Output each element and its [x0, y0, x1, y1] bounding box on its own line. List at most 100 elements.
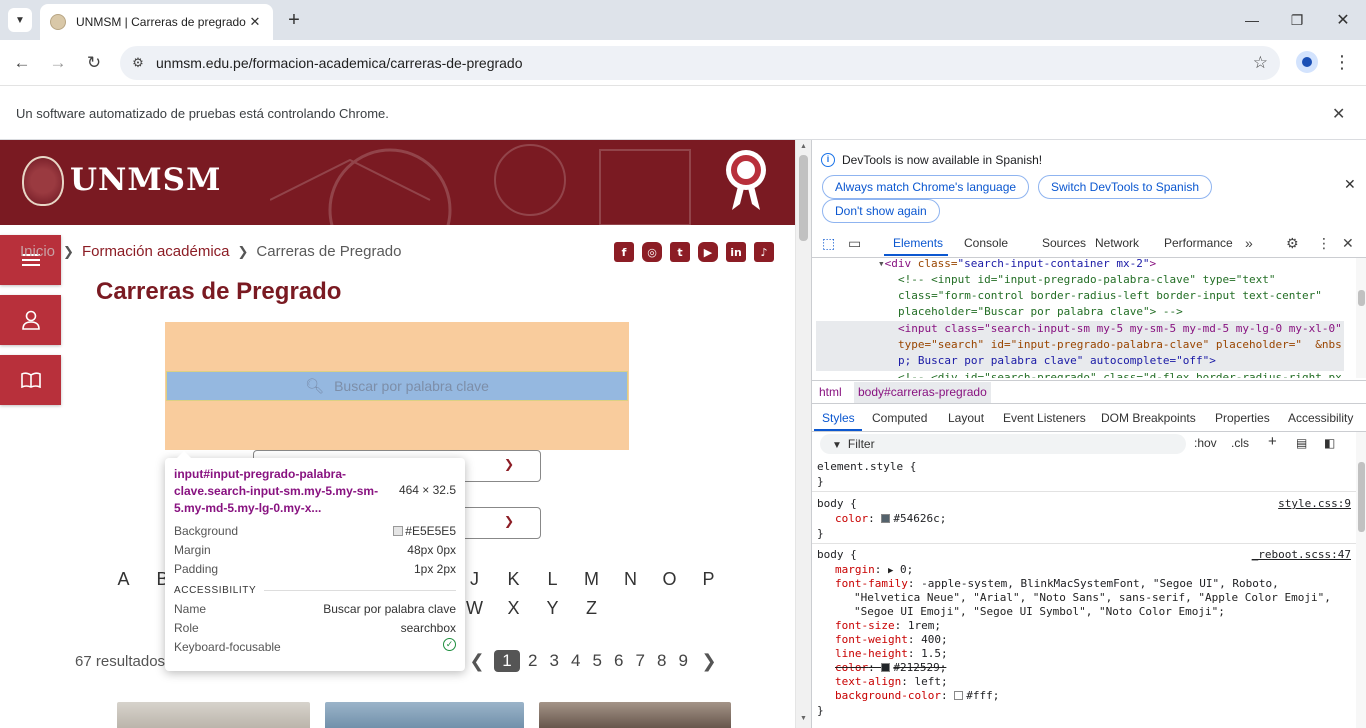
- subtab-dom-breakpoints[interactable]: DOM Breakpoints: [1101, 411, 1196, 425]
- more-options-icon[interactable]: ⋮: [1317, 235, 1331, 252]
- paint-icon[interactable]: ▤: [1296, 436, 1307, 450]
- color-swatch[interactable]: [881, 663, 891, 672]
- logo-text[interactable]: UNMSM: [70, 162, 221, 198]
- side-book-button[interactable]: [0, 355, 61, 405]
- dom-node-selected[interactable]: type="search" id="input-pregrado-palabra…: [898, 337, 1342, 354]
- page-number[interactable]: 8: [651, 651, 673, 671]
- page-scrollbar[interactable]: ▲ ▼: [795, 140, 811, 728]
- css-property-overridden[interactable]: color: #212529;: [835, 661, 946, 675]
- color-swatch[interactable]: [881, 514, 891, 523]
- tab-elements[interactable]: Elements: [893, 236, 943, 250]
- forward-button[interactable]: →: [46, 51, 70, 75]
- address-bar[interactable]: ⚙ unmsm.edu.pe/formacion-academica/carre…: [120, 46, 1280, 80]
- subtab-computed[interactable]: Computed: [872, 411, 927, 425]
- subtab-event-listeners[interactable]: Event Listeners: [1003, 411, 1086, 425]
- page-number[interactable]: 6: [608, 651, 630, 671]
- breadcrumb-home[interactable]: Inicio: [20, 243, 55, 260]
- styles-filter-input[interactable]: ▼ Filter: [820, 434, 1186, 454]
- subtab-accessibility[interactable]: Accessibility: [1288, 411, 1353, 425]
- unmsm-seal-logo[interactable]: [22, 156, 64, 206]
- prev-page-icon[interactable]: ❮: [462, 651, 492, 672]
- sidebar-toggle-icon[interactable]: ◧: [1324, 436, 1335, 450]
- dom-node[interactable]: ▾<div class="search-input-container mx-2…: [878, 258, 1156, 273]
- scrollbar-thumb[interactable]: [799, 155, 808, 241]
- career-card-image[interactable]: [325, 702, 524, 728]
- css-property[interactable]: text-align: left;: [835, 675, 948, 689]
- rule-source-link[interactable]: _reboot.scss:47: [1252, 548, 1351, 562]
- twitter-icon[interactable]: t: [670, 242, 690, 262]
- css-property[interactable]: line-height: 1.5;: [835, 647, 948, 661]
- profile-avatar[interactable]: [1296, 51, 1318, 73]
- css-property[interactable]: font-family: -apple-system, BlinkMacSyst…: [835, 577, 1279, 591]
- hov-toggle[interactable]: :hov: [1194, 436, 1217, 450]
- scroll-down-icon[interactable]: ▼: [800, 715, 807, 722]
- tab-search-button[interactable]: ▼: [8, 8, 32, 32]
- scrollbar-thumb[interactable]: [1358, 462, 1365, 532]
- css-property[interactable]: font-weight: 400;: [835, 633, 948, 647]
- linkedin-icon[interactable]: in: [726, 242, 746, 262]
- css-property[interactable]: font-size: 1rem;: [835, 619, 941, 633]
- rule-selector[interactable]: body {: [817, 548, 857, 562]
- tab-network[interactable]: Network: [1095, 236, 1139, 250]
- next-page-icon[interactable]: ❯: [694, 651, 724, 672]
- close-icon[interactable]: ✕: [1344, 176, 1356, 193]
- color-swatch[interactable]: [954, 691, 964, 700]
- page-number[interactable]: 3: [544, 651, 566, 671]
- alphabet-letter[interactable]: Y: [533, 598, 572, 619]
- close-tab-icon[interactable]: ✕: [247, 14, 263, 30]
- crumb-body[interactable]: body#carreras-pregrado: [854, 382, 991, 403]
- page-number[interactable]: 9: [673, 651, 695, 671]
- career-card-image[interactable]: [539, 702, 731, 728]
- match-language-button[interactable]: Always match Chrome's language: [822, 175, 1030, 199]
- tab-console[interactable]: Console: [964, 236, 1008, 250]
- alphabet-letter[interactable]: L: [533, 569, 572, 590]
- tab-sources[interactable]: Sources: [1042, 236, 1086, 250]
- dom-comment[interactable]: <!-- <input id="input-pregrado-palabra-c…: [898, 272, 1276, 289]
- restore-button[interactable]: ❐: [1285, 8, 1309, 32]
- bookmark-star-icon[interactable]: ☆: [1253, 53, 1268, 73]
- dom-scrollbar[interactable]: [1356, 258, 1366, 378]
- site-info-icon[interactable]: ⚙: [120, 55, 156, 71]
- subtab-styles[interactable]: Styles: [822, 411, 855, 425]
- scroll-up-icon[interactable]: ▲: [800, 143, 807, 150]
- page-number[interactable]: 5: [587, 651, 609, 671]
- side-user-button[interactable]: [0, 295, 61, 345]
- tab-performance[interactable]: Performance: [1164, 236, 1233, 250]
- crumb-html[interactable]: html: [819, 385, 842, 399]
- subtab-layout[interactable]: Layout: [948, 411, 984, 425]
- css-property[interactable]: background-color: #fff;: [835, 689, 999, 703]
- alphabet-letter[interactable]: X: [494, 598, 533, 619]
- switch-spanish-button[interactable]: Switch DevTools to Spanish: [1038, 175, 1213, 199]
- page-number[interactable]: 7: [630, 651, 652, 671]
- alphabet-letter[interactable]: Z: [572, 598, 611, 619]
- settings-gear-icon[interactable]: ⚙: [1286, 235, 1299, 252]
- rule-selector[interactable]: element.style {: [817, 460, 916, 474]
- infobar-close-icon[interactable]: ✕: [1332, 104, 1345, 124]
- css-property[interactable]: margin: ▶ 0;: [835, 563, 913, 578]
- page-number[interactable]: 1: [494, 650, 520, 672]
- scrollbar-thumb[interactable]: [1358, 290, 1365, 306]
- alphabet-letter[interactable]: N: [611, 569, 650, 590]
- search-input[interactable]: 🔍︎ Buscar por palabra clave: [166, 371, 628, 401]
- new-rule-icon[interactable]: +: [1268, 433, 1277, 450]
- rule-source-link[interactable]: style.css:9: [1278, 497, 1351, 511]
- youtube-icon[interactable]: ▶: [698, 242, 718, 262]
- alphabet-letter[interactable]: K: [494, 569, 533, 590]
- inspect-element-icon[interactable]: ⬚: [822, 235, 835, 252]
- more-tabs-icon[interactable]: »: [1245, 235, 1253, 251]
- new-tab-button[interactable]: +: [282, 8, 306, 32]
- css-property[interactable]: color: #54626c;: [835, 512, 946, 526]
- rule-selector[interactable]: body {: [817, 497, 857, 511]
- styles-scrollbar[interactable]: [1356, 432, 1366, 728]
- alphabet-letter[interactable]: M: [572, 569, 611, 590]
- back-button[interactable]: ←: [10, 51, 34, 75]
- cls-toggle[interactable]: .cls: [1231, 436, 1249, 450]
- dom-node-selected[interactable]: p; Buscar por palabra clave" autocomplet…: [898, 353, 1216, 370]
- page-number[interactable]: 4: [565, 651, 587, 671]
- alphabet-letter[interactable]: A: [104, 569, 143, 590]
- breadcrumb-section[interactable]: Formación académica: [82, 243, 230, 260]
- instagram-icon[interactable]: ◎: [642, 242, 662, 262]
- tiktok-icon[interactable]: ♪: [754, 242, 774, 262]
- page-number[interactable]: 2: [522, 651, 544, 671]
- alphabet-letter[interactable]: P: [689, 569, 728, 590]
